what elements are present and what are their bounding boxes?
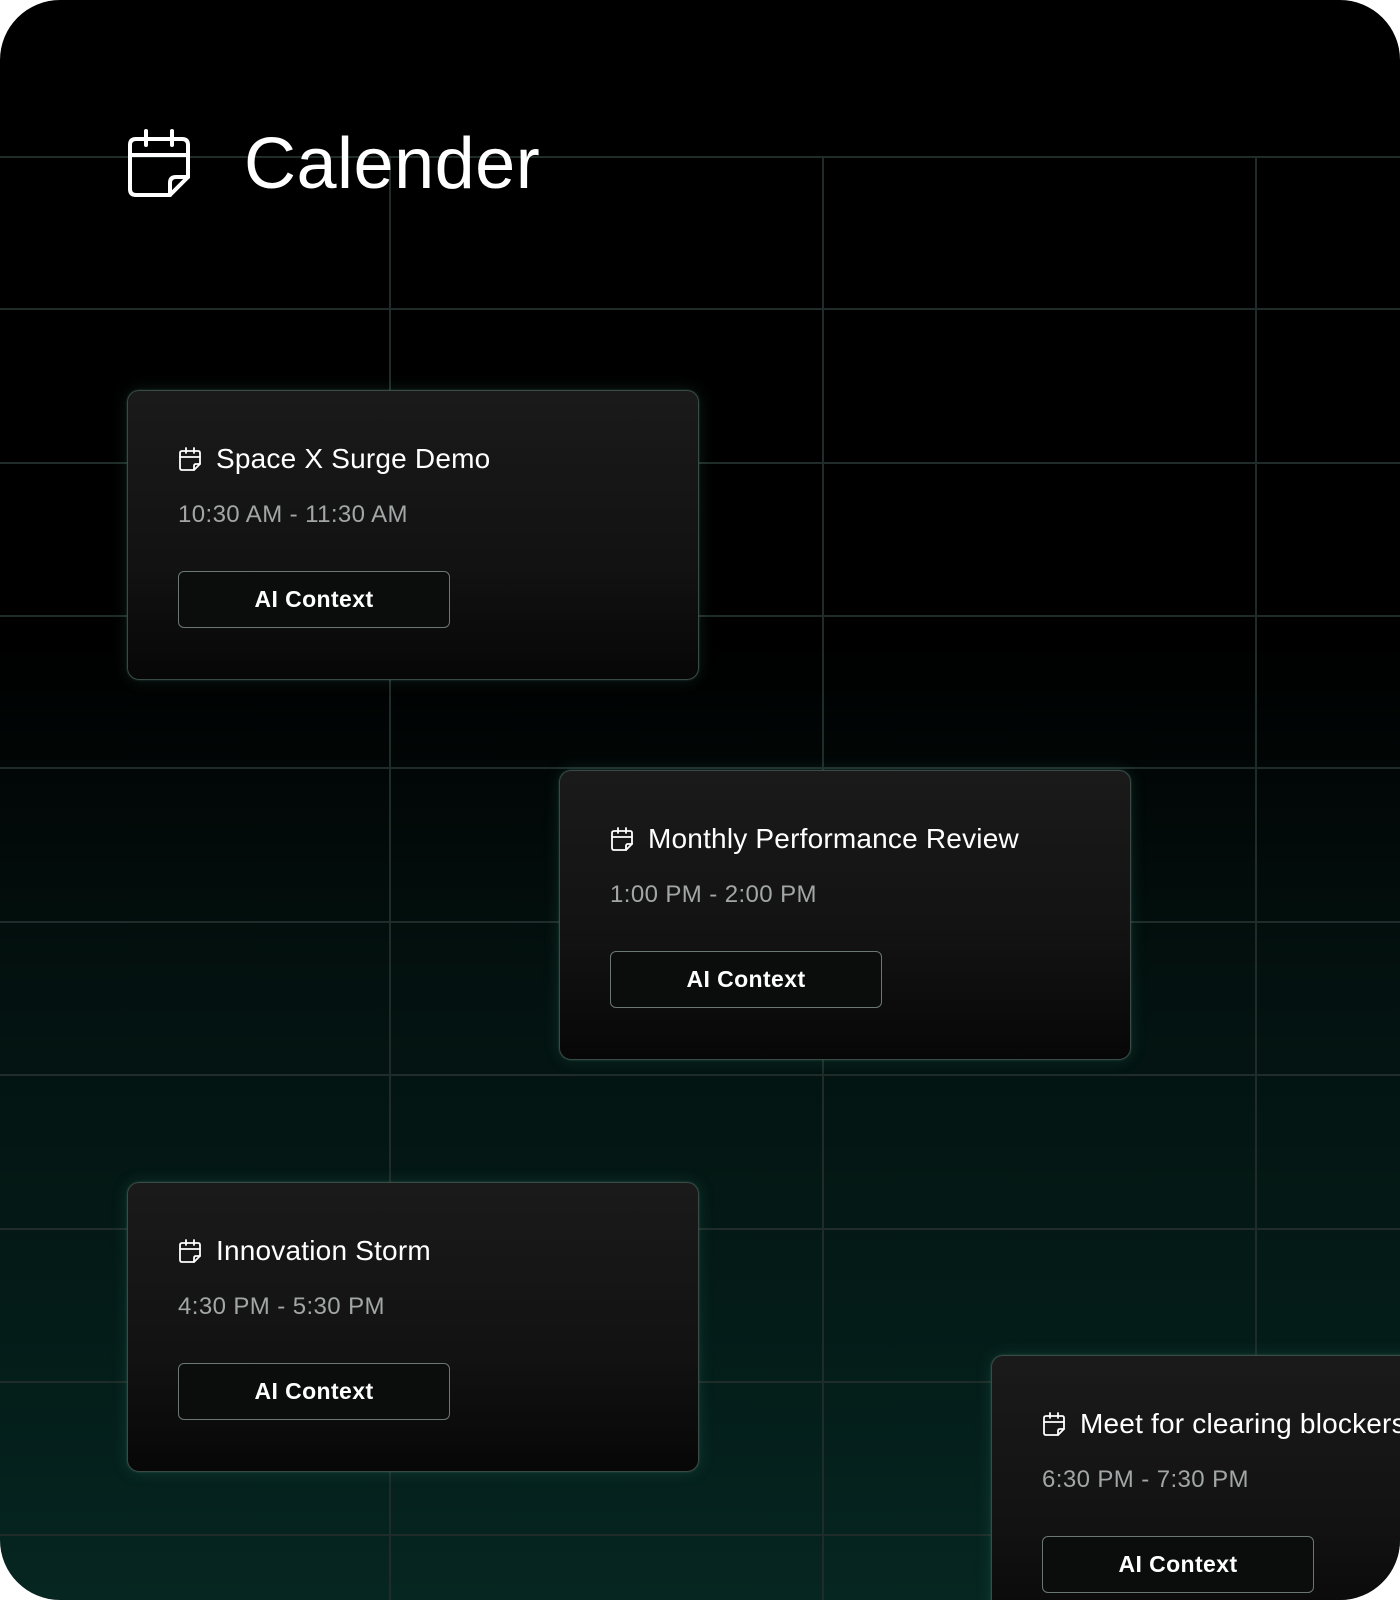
event-time: 6:30 PM - 7:30 PM (1042, 1466, 1249, 1493)
ai-context-button[interactable]: AI Context (178, 571, 450, 628)
ai-context-button[interactable]: AI Context (1042, 1536, 1314, 1593)
calendar-icon (178, 446, 202, 472)
event-title-row: Space X Surge Demo (178, 445, 490, 473)
calendar-icon (126, 127, 192, 199)
event-title: Innovation Storm (216, 1235, 431, 1266)
event-title-row: Meet for clearing blockers (1042, 1410, 1400, 1438)
event-title: Space X Surge Demo (216, 443, 491, 474)
event-card-3[interactable]: Innovation Storm 4:30 PM - 5:30 PM AI Co… (127, 1182, 699, 1472)
ai-context-button[interactable]: AI Context (610, 951, 882, 1008)
event-title: Monthly Performance Review (648, 823, 1019, 854)
calendar-icon (1042, 1411, 1066, 1437)
event-card-1[interactable]: Space X Surge Demo 10:30 AM - 11:30 AM A… (127, 390, 699, 680)
event-title-row: Innovation Storm (178, 1237, 431, 1265)
page-header: Calender (126, 126, 540, 200)
calendar-icon (610, 826, 634, 852)
event-card-2[interactable]: Monthly Performance Review 1:00 PM - 2:0… (559, 770, 1131, 1060)
event-title-row: Monthly Performance Review (610, 825, 1019, 853)
event-card-4[interactable]: Meet for clearing blockers 6:30 PM - 7:3… (991, 1355, 1400, 1600)
event-time: 10:30 AM - 11:30 AM (178, 501, 408, 528)
event-time: 1:00 PM - 2:00 PM (610, 881, 817, 908)
calendar-icon (178, 1238, 202, 1264)
ai-context-button[interactable]: AI Context (178, 1363, 450, 1420)
event-time: 4:30 PM - 5:30 PM (178, 1293, 385, 1320)
page-title: Calender (244, 124, 541, 204)
event-title: Meet for clearing blockers (1080, 1408, 1400, 1439)
calendar-panel: Calender Space X Surge Demo 10:30 AM - 1… (0, 0, 1400, 1600)
